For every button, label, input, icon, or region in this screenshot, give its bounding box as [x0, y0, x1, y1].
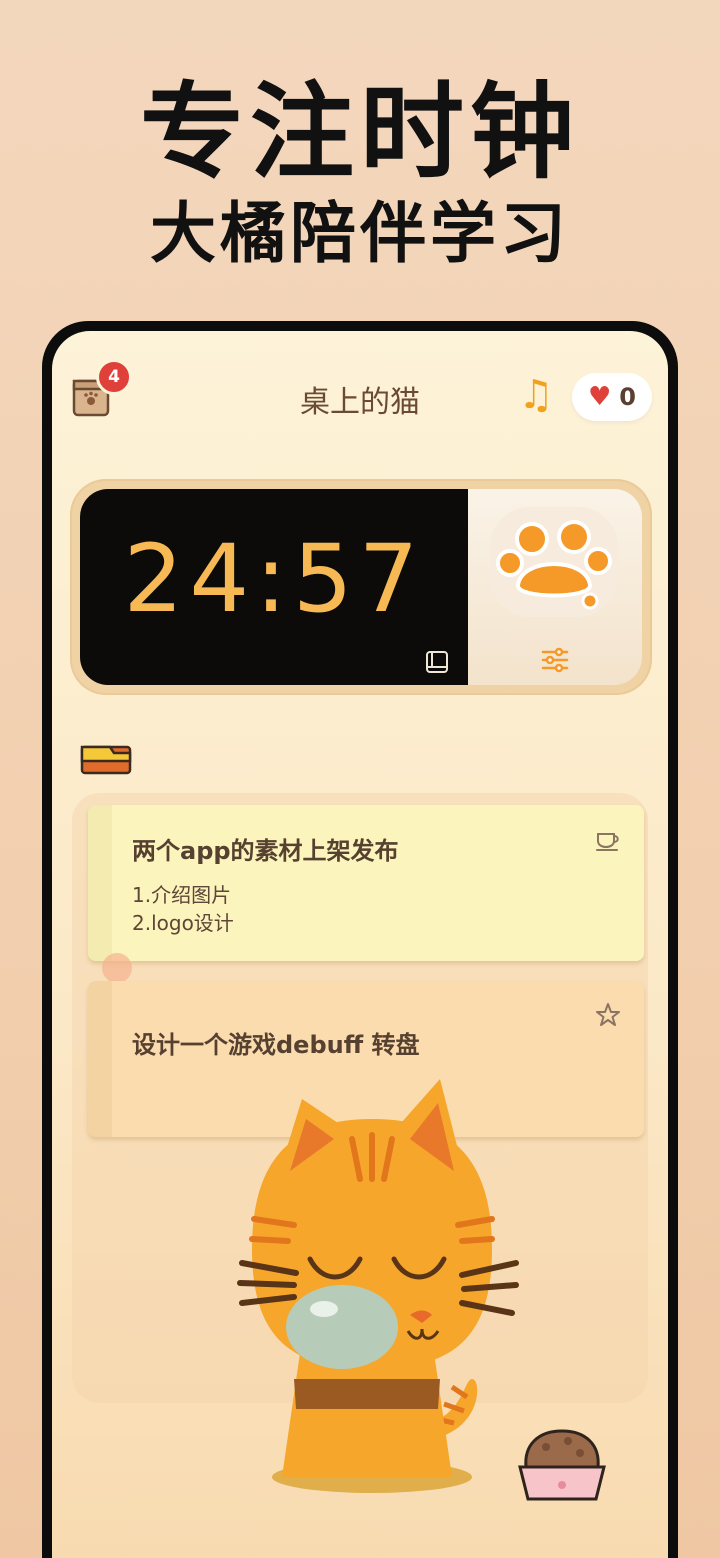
promo-headline: 专注时钟	[139, 71, 580, 193]
pin-dot	[102, 953, 132, 983]
task-title: 设计一个游戏debuff 转盘	[132, 1031, 420, 1059]
paw-icon	[496, 520, 612, 610]
clock-time: 24:57	[123, 525, 425, 634]
promo-subheadline: 大橘陪伴学习	[150, 195, 570, 272]
paw-button[interactable]	[490, 507, 618, 617]
app-screen: 4 桌上的猫 ♫ ♥ 0 24:57 两个app的素材上架发布 1.介绍图片 2…	[52, 331, 668, 1558]
food-bowl-icon	[518, 1429, 606, 1501]
task-line: 2.logo设计	[132, 911, 234, 935]
sliders-icon[interactable]	[540, 645, 570, 675]
task-line: 1.介绍图片	[132, 883, 232, 907]
book-icon[interactable]	[424, 649, 450, 675]
likes-button[interactable]: ♥ 0	[572, 373, 652, 421]
cup-icon[interactable]	[594, 825, 622, 853]
star-icon[interactable]	[594, 1001, 622, 1029]
clock-side-panel	[468, 489, 642, 685]
likes-count: 0	[619, 383, 636, 411]
phone-frame: 4 桌上的猫 ♫ ♥ 0 24:57 两个app的素材上架发布 1.介绍图片 2…	[42, 321, 678, 1558]
clock-display[interactable]: 24:57	[80, 489, 468, 685]
music-note-icon[interactable]: ♫	[518, 373, 554, 417]
folder-stack-icon[interactable]	[80, 743, 132, 775]
task-note[interactable]: 两个app的素材上架发布 1.介绍图片 2.logo设计	[88, 805, 644, 961]
heart-icon: ♥	[587, 382, 612, 412]
sleeping-cat-illustration	[237, 1079, 519, 1493]
focus-clock-card: 24:57	[70, 479, 652, 695]
task-title: 两个app的素材上架发布	[132, 837, 399, 865]
